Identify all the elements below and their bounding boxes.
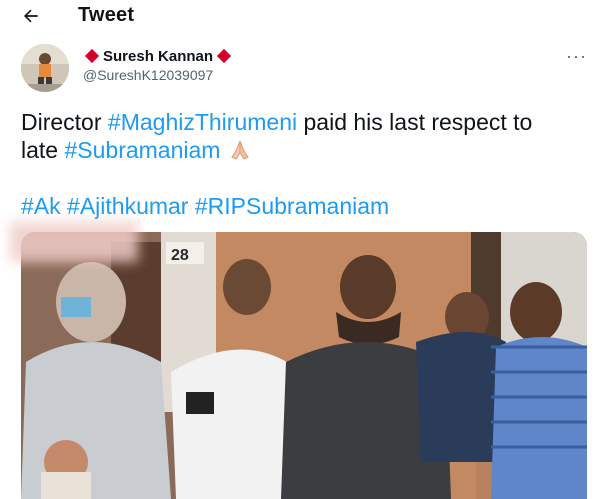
author-name[interactable]: Suresh Kannan (103, 48, 213, 65)
ellipsis-icon: ··· (566, 46, 587, 66)
hashtag-link[interactable]: #Subramaniam (64, 137, 220, 163)
blurred-region (10, 222, 138, 262)
author-row[interactable]: Suresh Kannan (83, 46, 235, 66)
folded-hands-emoji (231, 140, 249, 160)
hashtag-link[interactable]: #Ajithkumar (67, 193, 188, 219)
text-segment: paid his last respect to (303, 109, 533, 135)
media-photo: 28 (21, 232, 587, 499)
back-button[interactable] (18, 3, 44, 29)
author-handle[interactable]: @SureshK12039097 (83, 67, 213, 83)
hashtag-link[interactable]: #Ak (21, 193, 61, 219)
top-bar: Tweet (0, 0, 600, 34)
tweet-media-image[interactable]: 28 (21, 232, 587, 499)
red-diamond-icon (84, 48, 100, 64)
avatar[interactable] (21, 44, 69, 92)
tweet-tags: #Ak #Ajithkumar #RIPSubramaniam (21, 192, 581, 220)
hashtag-link[interactable]: #MaghizThirumeni (108, 109, 297, 135)
door-number: 28 (171, 247, 189, 264)
arrow-left-icon (24, 9, 38, 23)
more-options-button[interactable]: ··· (566, 46, 587, 67)
text-segment: Director (21, 109, 102, 135)
page-title: Tweet (78, 4, 135, 26)
tweet-line-1: Director #MaghizThirumeni paid his last … (21, 108, 581, 136)
tweet-text: Director #MaghizThirumeni paid his last … (21, 108, 581, 220)
tweet-line-2: late #Subramaniam (21, 136, 581, 164)
red-diamond-icon (216, 48, 232, 64)
avatar-image (21, 44, 69, 92)
hashtag-link[interactable]: #RIPSubramaniam (195, 193, 389, 219)
text-segment: late (21, 137, 59, 163)
